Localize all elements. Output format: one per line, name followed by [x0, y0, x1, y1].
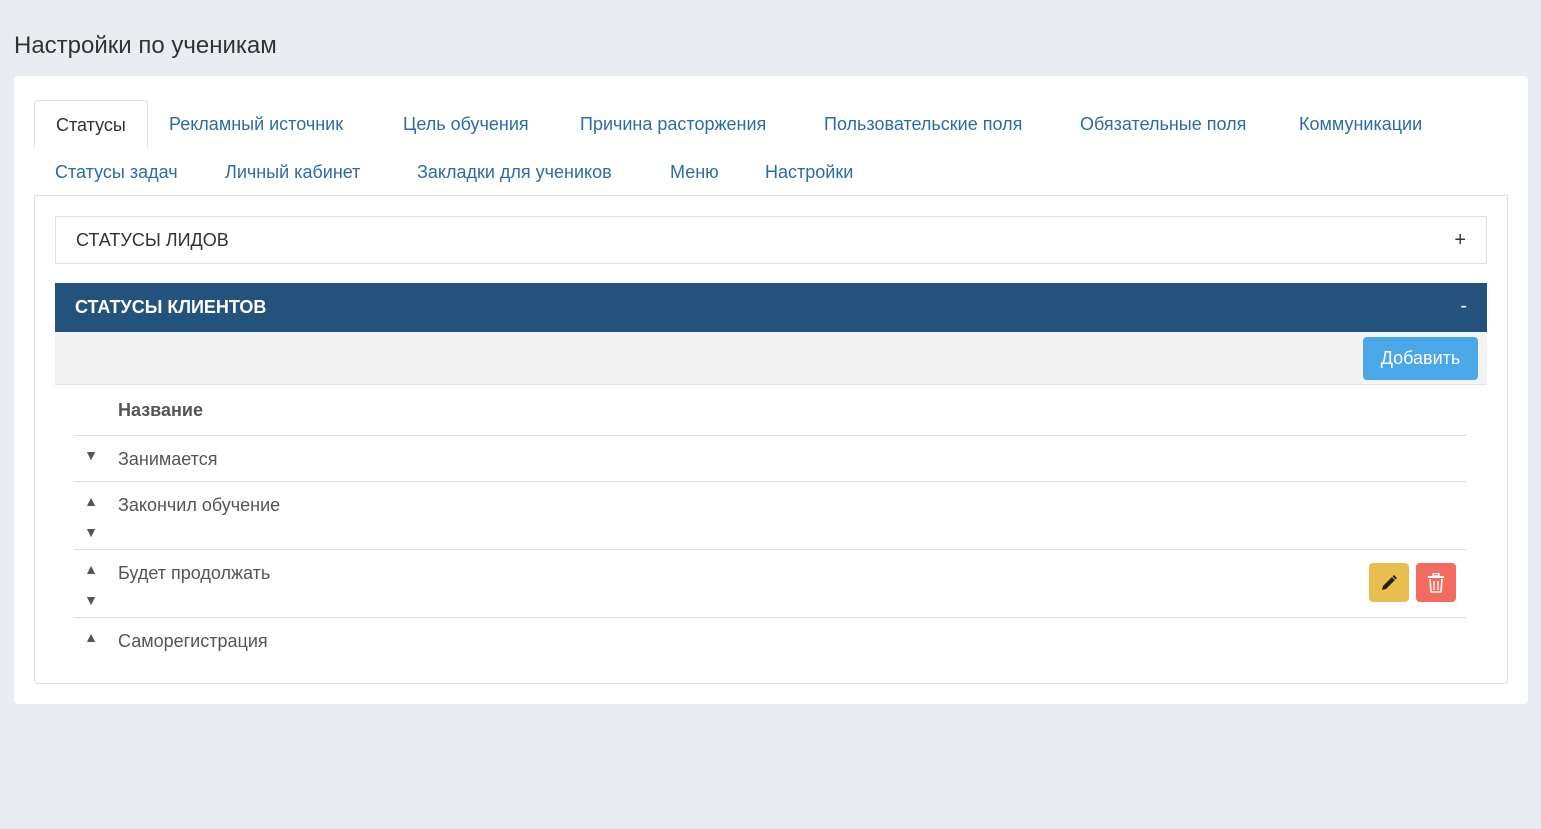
delete-button[interactable]	[1416, 563, 1456, 602]
client-statuses-table: Название ▼ Занимается ▲ ▼ Закончил обуче…	[74, 385, 1467, 664]
move-up-icon[interactable]: ▲	[82, 628, 100, 646]
tab-task-statuses[interactable]: Статусы задач	[34, 148, 199, 196]
page-title: Настройки по ученикам	[14, 32, 277, 59]
tab-ad-source[interactable]: Рекламный источник	[148, 100, 364, 148]
expand-icon[interactable]: +	[1454, 217, 1466, 263]
status-name: Будет продолжать	[118, 563, 271, 583]
trash-icon	[1428, 572, 1444, 593]
add-status-button[interactable]: Добавить	[1363, 337, 1478, 380]
column-header-name: Название	[74, 385, 1467, 436]
pencil-icon	[1382, 574, 1397, 590]
status-name: Саморегистрация	[118, 631, 268, 651]
collapse-icon[interactable]: -	[1460, 283, 1467, 330]
status-name: Занимается	[118, 449, 218, 469]
tab-statuses[interactable]: Статусы	[34, 100, 148, 148]
status-name: Закончил обучение	[118, 495, 281, 515]
tab-menu[interactable]: Меню	[649, 148, 740, 196]
tab-termination-reason[interactable]: Причина расторжения	[559, 100, 787, 148]
client-statuses-header[interactable]: СТАТУСЫ КЛИЕНТОВ -	[55, 283, 1487, 332]
table-row: ▲ ▼ Закончил обучение	[74, 482, 1467, 550]
table-row: ▲ Саморегистрация	[74, 618, 1467, 664]
table-row: ▲ ▼ Будет продолжать	[74, 550, 1467, 618]
tab-student-bookmarks[interactable]: Закладки для учеников	[396, 148, 633, 196]
client-statuses-title: СТАТУСЫ КЛИЕНТОВ	[75, 297, 267, 317]
edit-button[interactable]	[1369, 563, 1409, 602]
tab-custom-fields[interactable]: Пользовательские поля	[803, 100, 1043, 148]
table-row: ▼ Занимается	[74, 436, 1467, 482]
tab-required-fields[interactable]: Обязательные поля	[1059, 100, 1267, 148]
tab-communications[interactable]: Коммуникации	[1278, 100, 1443, 148]
tab-learning-goal[interactable]: Цель обучения	[382, 100, 550, 148]
lead-statuses-panel[interactable]: СТАТУСЫ ЛИДОВ +	[55, 216, 1487, 264]
move-down-icon[interactable]: ▼	[82, 591, 100, 609]
client-statuses-toolbar: Добавить	[55, 332, 1487, 385]
tab-settings[interactable]: Настройки	[744, 148, 874, 196]
move-down-icon[interactable]: ▼	[82, 523, 100, 541]
settings-card: Статусы Рекламный источник Цель обучения…	[14, 76, 1528, 704]
move-up-icon[interactable]: ▲	[82, 492, 100, 510]
move-down-icon[interactable]: ▼	[82, 446, 100, 464]
tab-content: СТАТУСЫ ЛИДОВ + СТАТУСЫ КЛИЕНТОВ - Добав…	[34, 195, 1508, 684]
tab-personal-cabinet[interactable]: Личный кабинет	[204, 148, 381, 196]
move-up-icon[interactable]: ▲	[82, 560, 100, 578]
lead-statuses-title: СТАТУСЫ ЛИДОВ	[76, 230, 229, 250]
